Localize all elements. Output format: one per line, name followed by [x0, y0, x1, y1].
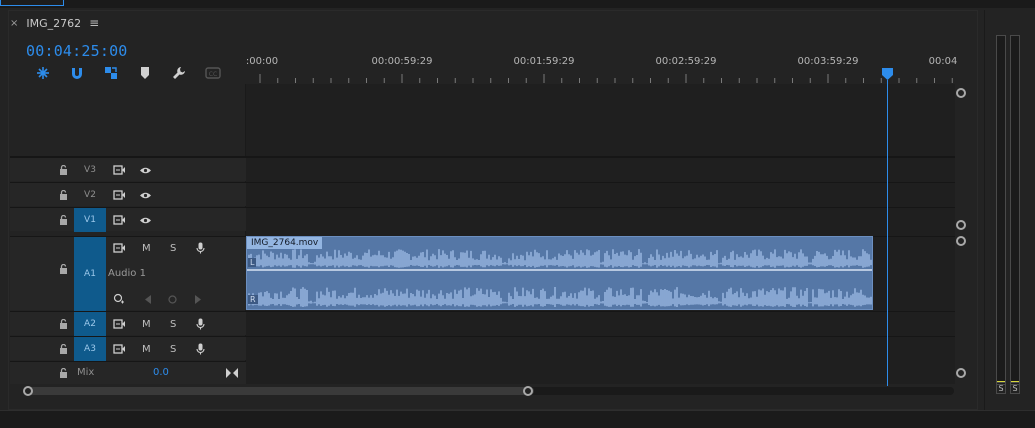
ruler-label: 00:04: [928, 56, 958, 67]
panel-group-tab[interactable]: [0, 0, 64, 6]
ruler-label: :00:00: [245, 56, 279, 67]
ruler-label: 00:03:59:29: [797, 56, 859, 67]
lock-icon[interactable]: [59, 318, 68, 329]
mix-track-header[interactable]: Mix 0.0: [10, 361, 246, 384]
audio-scroll-knob-top[interactable]: [956, 236, 966, 246]
sync-lock-camera-icon[interactable]: [113, 190, 126, 203]
track-separator: [10, 156, 955, 157]
audio-track-header-a3[interactable]: A3 M S: [10, 336, 246, 361]
waveform-left-channel: [248, 249, 872, 268]
ruler-label: 00:01:59:29: [513, 56, 575, 67]
sync-lock-camera-icon[interactable]: [113, 215, 126, 228]
audio-track-lane-a3[interactable]: [246, 336, 955, 360]
clip-name: IMG_2764.mov: [247, 237, 323, 249]
video-track-header-v2[interactable]: V2: [10, 182, 246, 206]
lock-icon[interactable]: [59, 189, 68, 200]
voiceover-mic-icon[interactable]: [196, 343, 205, 358]
voiceover-mic-icon[interactable]: [196, 318, 205, 333]
audio-track-header-a1[interactable]: A1 M S Audio 1: [10, 236, 246, 311]
waveform-right-channel: [248, 287, 872, 307]
audio-scroll-knob-bottom[interactable]: [956, 368, 966, 378]
horizontal-scroll-thumb[interactable]: [24, 387, 534, 395]
audio-track-label: Audio 1: [108, 268, 146, 279]
playhead-line[interactable]: [887, 80, 888, 386]
ruler-ticks: [259, 74, 953, 83]
close-tab-icon[interactable]: ×: [10, 18, 18, 29]
add-marker-icon[interactable]: [128, 65, 162, 81]
video-track-header-v1[interactable]: V1: [10, 207, 246, 232]
sync-lock-camera-icon[interactable]: [113, 344, 126, 357]
mute-button[interactable]: M: [142, 243, 151, 254]
lock-icon[interactable]: [59, 263, 68, 274]
track-target-v2[interactable]: V2: [74, 183, 106, 207]
add-keyframe-icon[interactable]: [168, 295, 177, 307]
sequence-tab-label[interactable]: IMG_2762: [26, 17, 81, 30]
meter-channel-left: [996, 35, 1006, 385]
svg-text:CC: CC: [209, 71, 217, 78]
solo-button[interactable]: S: [170, 243, 176, 254]
track-target-a1[interactable]: A1: [74, 237, 106, 311]
track-target-v3[interactable]: V3: [74, 158, 106, 182]
panel-menu-icon[interactable]: ≡: [89, 16, 99, 30]
video-vertical-scrollbar[interactable]: [954, 88, 968, 230]
mix-volume-value[interactable]: 0.0: [153, 367, 169, 378]
sync-lock-camera-icon[interactable]: [113, 243, 126, 256]
mute-button[interactable]: M: [142, 344, 151, 355]
linked-selection-icon[interactable]: [94, 65, 128, 81]
solo-button[interactable]: S: [170, 344, 176, 355]
meter-solo-left-button[interactable]: S: [996, 382, 1006, 394]
sequence-tab[interactable]: × IMG_2762 ≡: [10, 14, 99, 32]
meter-channel-right: [1010, 35, 1020, 385]
video-scroll-knob-bottom[interactable]: [956, 220, 966, 230]
video-track-lane-v1[interactable]: [246, 207, 955, 231]
window-top-strip: [0, 0, 1035, 8]
zoom-handle-right[interactable]: [523, 386, 533, 396]
lock-icon[interactable]: [59, 164, 68, 175]
audio-clip[interactable]: [246, 236, 873, 310]
meter-solo-right-button[interactable]: S: [1010, 382, 1020, 394]
sync-lock-camera-icon[interactable]: [113, 319, 126, 332]
magnet-snap-icon[interactable]: [60, 65, 94, 81]
mute-button[interactable]: M: [142, 319, 151, 330]
time-ruler[interactable]: :00:00 00:00:59:29 00:01:59:29 00:02:59:29 0…: [246, 52, 958, 84]
video-track-header-v3[interactable]: V3: [10, 157, 246, 181]
ruler-label: 00:00:59:29: [371, 56, 433, 67]
mix-pan-icon[interactable]: [226, 368, 238, 381]
keyframe-toggle-icon[interactable]: [113, 293, 125, 308]
solo-button[interactable]: S: [170, 319, 176, 330]
track-target-a2[interactable]: A2: [74, 312, 106, 336]
status-bar: [0, 410, 1035, 428]
video-scroll-knob-top[interactable]: [956, 88, 966, 98]
mix-label: Mix: [77, 367, 95, 378]
playhead-timecode[interactable]: 00:04:25:00: [26, 42, 128, 60]
snap-nest-icon[interactable]: [26, 65, 60, 81]
toggle-output-eye-icon[interactable]: [139, 191, 152, 203]
toggle-output-eye-icon[interactable]: [139, 166, 152, 178]
audio-meter-panel: S S: [984, 10, 1035, 410]
audio-vertical-scrollbar[interactable]: [954, 236, 968, 382]
lock-icon[interactable]: [59, 343, 68, 354]
clip-channel-left: L: [248, 258, 257, 267]
video-track-lane-v3[interactable]: [246, 157, 955, 181]
toggle-output-eye-icon[interactable]: [139, 216, 152, 228]
track-target-a3[interactable]: A3: [74, 337, 106, 361]
audio-waveform: [247, 249, 872, 307]
audio-track-header-a2[interactable]: A2 M S: [10, 311, 246, 336]
video-track-lane-v2[interactable]: [246, 182, 955, 206]
sync-lock-camera-icon[interactable]: [113, 165, 126, 178]
next-keyframe-icon[interactable]: [194, 295, 202, 307]
track-target-v1[interactable]: V1: [74, 208, 106, 232]
voiceover-mic-icon[interactable]: [196, 242, 205, 257]
previous-keyframe-icon[interactable]: [144, 295, 152, 307]
horizontal-zoom-scrollbar[interactable]: [24, 387, 954, 395]
lock-icon[interactable]: [59, 214, 68, 225]
timeline-toolbar: CC: [26, 65, 230, 81]
clip-channel-right: R: [248, 295, 258, 304]
wrench-settings-icon[interactable]: [162, 65, 196, 81]
lock-icon[interactable]: [59, 367, 68, 378]
zoom-handle-left[interactable]: [23, 386, 33, 396]
audio-track-lane-a2[interactable]: [246, 311, 955, 335]
ruler-label: 00:02:59:29: [655, 56, 717, 67]
captions-icon[interactable]: CC: [196, 65, 230, 81]
